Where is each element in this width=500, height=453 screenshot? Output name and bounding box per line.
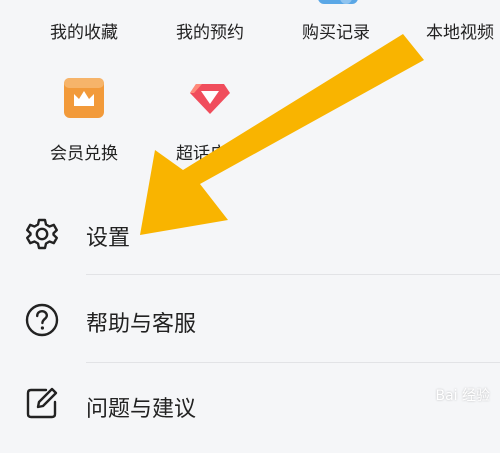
crown-icon [64,78,104,118]
menu-item-feedback[interactable]: 问题与建议 [0,363,500,453]
shortcut-favorites-label: 我的收藏 [50,23,118,43]
menu-item-feedback-label: 问题与建议 [86,397,197,422]
gear-icon [26,218,58,250]
purchases-icon [318,0,358,4]
menu-item-settings-label: 设置 [86,226,131,251]
shortcut-local-video-label: 本地视频 [426,23,494,43]
diamond-icon [190,84,230,114]
menu-item-settings[interactable]: 设置 [0,188,500,278]
shortcut-super-topic-label: 超话广场 [176,144,244,164]
edit-icon [26,387,58,419]
help-circle-icon [25,303,59,337]
menu-item-help-support[interactable]: 帮助与客服 [0,275,500,365]
shortcut-membership-redeem-label: 会员兑换 [50,144,118,164]
watermark: Bai 经验 [435,388,490,404]
shortcut-purchases-label: 购买记录 [302,23,370,43]
menu-item-help-support-label: 帮助与客服 [86,312,197,337]
shortcut-reservations-label: 我的预约 [176,23,244,43]
